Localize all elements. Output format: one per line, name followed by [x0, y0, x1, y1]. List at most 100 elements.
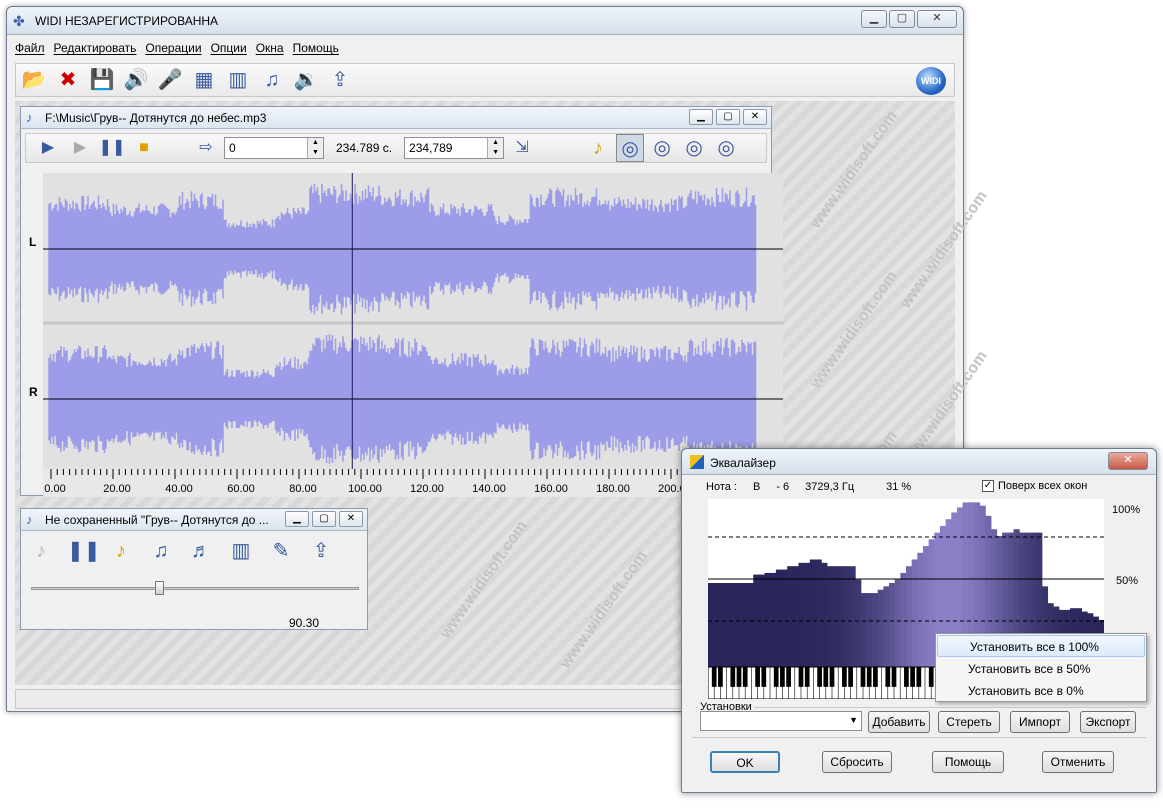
- speaker-icon[interactable]: 🔉: [292, 66, 320, 94]
- spectrum-icon[interactable]: ▥: [227, 537, 255, 565]
- eq-bar: [843, 566, 851, 667]
- eq-bar: [770, 572, 777, 667]
- ruler-tick-label: 0.00: [44, 483, 66, 495]
- note-percent: 31 %: [886, 481, 912, 493]
- watermark: www.widisoft.com: [897, 187, 991, 312]
- slider-thumb[interactable]: [154, 581, 164, 595]
- equalizer-title: Эквалайзер: [710, 456, 776, 470]
- maximize-button[interactable]: ▢: [716, 109, 740, 125]
- menu-item-set-50[interactable]: Установить все в 50%: [936, 658, 1146, 680]
- spin-arrows-icon[interactable]: ▲ ▼: [307, 138, 323, 158]
- position-slider[interactable]: [31, 581, 359, 595]
- player-value: 90.30: [289, 616, 320, 630]
- reset-button[interactable]: Сбросить: [822, 751, 892, 773]
- minimize-button[interactable]: ▁: [285, 511, 309, 527]
- eq-bar: [832, 566, 839, 667]
- view-mode-2-icon[interactable]: ◎: [648, 134, 676, 162]
- export-button[interactable]: Экспорт: [1080, 711, 1136, 733]
- eq-bar: [730, 583, 737, 667]
- channel-right-label: R: [29, 385, 38, 399]
- eq-bar: [792, 566, 800, 667]
- view-mode-4-icon[interactable]: ◎: [712, 134, 740, 162]
- maximize-button[interactable]: ▢: [889, 10, 915, 28]
- menu-item-set-0[interactable]: Установить все в 0%: [936, 680, 1146, 702]
- watermark: www.widisoft.com: [807, 267, 901, 392]
- pause-icon[interactable]: ❚❚: [67, 537, 101, 565]
- export-icon[interactable]: ⇪: [307, 537, 335, 565]
- checkbox-checked-icon[interactable]: ✓: [982, 480, 994, 492]
- menu-edit[interactable]: Редактировать: [54, 41, 137, 59]
- microphone-icon[interactable]: 🎤: [156, 66, 184, 94]
- label-100: 100%: [1112, 504, 1141, 516]
- note-icon[interactable]: ♫: [258, 66, 286, 94]
- audio-file-icon: ♪: [26, 110, 33, 125]
- play-icon[interactable]: ▶: [34, 134, 62, 162]
- view-mode-3-icon[interactable]: ◎: [680, 134, 708, 162]
- close-button[interactable]: ✕: [339, 511, 363, 527]
- ruler-tick-label: 160.00: [534, 483, 568, 495]
- mixer-icon[interactable]: ♬: [187, 537, 215, 565]
- eq-bar: [906, 566, 913, 667]
- close-button[interactable]: ✕: [917, 10, 957, 28]
- label-50: 50%: [1116, 575, 1139, 587]
- main-titlebar[interactable]: ✤ WIDI НЕЗАРЕГИСТРИРОВАННА ▁ ▢ ✕: [7, 7, 963, 35]
- view-mode-1-icon[interactable]: ◎: [616, 134, 645, 162]
- speaker-icon[interactable]: 🔊: [122, 66, 150, 94]
- chevron-down-icon[interactable]: ▼: [849, 715, 858, 725]
- maximize-button[interactable]: ▢: [312, 511, 336, 527]
- menu-options[interactable]: Опции: [211, 41, 247, 59]
- spin-arrows-icon[interactable]: ▲ ▼: [487, 138, 504, 158]
- open-icon[interactable]: 📂: [20, 66, 48, 94]
- close-button[interactable]: ✕: [1108, 452, 1148, 470]
- menu-file[interactable]: Файл: [15, 41, 45, 59]
- time-ruler[interactable]: 0.00 20.00 40.00 60.00 80.00 100.00 120.00 140.…: [43, 469, 783, 497]
- spectrum-icon[interactable]: ▦: [190, 66, 218, 94]
- end-time-input[interactable]: 234,789 ▲ ▼: [404, 137, 505, 159]
- export-icon[interactable]: ⇪: [326, 66, 354, 94]
- eq-bar: [713, 583, 720, 667]
- tools-icon[interactable]: ✎: [267, 537, 295, 565]
- ok-button[interactable]: OK: [710, 751, 780, 773]
- equalizer-icon[interactable]: ▥: [224, 66, 252, 94]
- minimize-button[interactable]: ▁: [689, 109, 713, 125]
- import-button[interactable]: Импорт: [1010, 711, 1070, 733]
- equalizer-titlebar[interactable]: Эквалайзер ✕: [682, 449, 1156, 475]
- save-icon[interactable]: 💾: [88, 66, 116, 94]
- help-button[interactable]: Помощь: [932, 751, 1004, 773]
- equalizer-app-icon: [690, 455, 704, 469]
- divider: [692, 737, 1146, 738]
- play-disabled-icon: ▶: [73, 139, 87, 156]
- go-start-icon[interactable]: ⇨: [192, 134, 220, 162]
- note-icon[interactable]: ♪: [584, 134, 612, 162]
- player-titlebar[interactable]: ♪ Не сохраненный "Грув-- Дотянутся до ..…: [21, 509, 367, 531]
- add-button[interactable]: Добавить: [868, 711, 930, 733]
- eq-bar: [781, 569, 788, 667]
- waveform-display[interactable]: [43, 173, 783, 469]
- menu-help[interactable]: Помощь: [293, 41, 339, 59]
- ruler-tick-label: 20.00: [103, 483, 131, 495]
- start-time-input[interactable]: 0 ▲ ▼: [224, 137, 324, 159]
- stop-icon[interactable]: ♪: [107, 537, 135, 565]
- close-button[interactable]: ✕: [743, 109, 767, 125]
- presets-dropdown[interactable]: ▼: [700, 711, 862, 731]
- go-end-icon[interactable]: ⇲: [508, 134, 536, 162]
- pause-icon[interactable]: ❚❚: [98, 134, 126, 162]
- globe-icon[interactable]: WIDI: [916, 67, 946, 95]
- wave-window: ♪ F:\Music\Грув-- Дотянутся до небес.mp3…: [20, 106, 783, 497]
- stop-icon[interactable]: ■: [130, 134, 158, 162]
- menu-item-set-100[interactable]: Установить все в 100%: [937, 635, 1145, 657]
- ruler-tick-label: 60.00: [227, 483, 255, 495]
- cancel-button[interactable]: Отменить: [1042, 751, 1114, 773]
- menu-windows[interactable]: Окна: [256, 41, 284, 59]
- erase-button[interactable]: Стереть: [938, 711, 1000, 733]
- eq-bar: [809, 559, 817, 667]
- wave-titlebar[interactable]: ♪ F:\Music\Грув-- Дотянутся до небес.mp3…: [21, 107, 771, 129]
- delete-icon[interactable]: ✖: [54, 66, 82, 94]
- channel-left-label: L: [29, 235, 37, 249]
- on-top-label: Поверх всех окон: [998, 480, 1088, 492]
- minimize-button[interactable]: ▁: [861, 10, 887, 28]
- menu-operations[interactable]: Операции: [145, 41, 201, 59]
- eq-bar: [775, 569, 783, 667]
- record-icon[interactable]: ♫: [147, 537, 175, 565]
- on-top-checkbox[interactable]: ✓ Поверх всех окон: [982, 480, 1087, 492]
